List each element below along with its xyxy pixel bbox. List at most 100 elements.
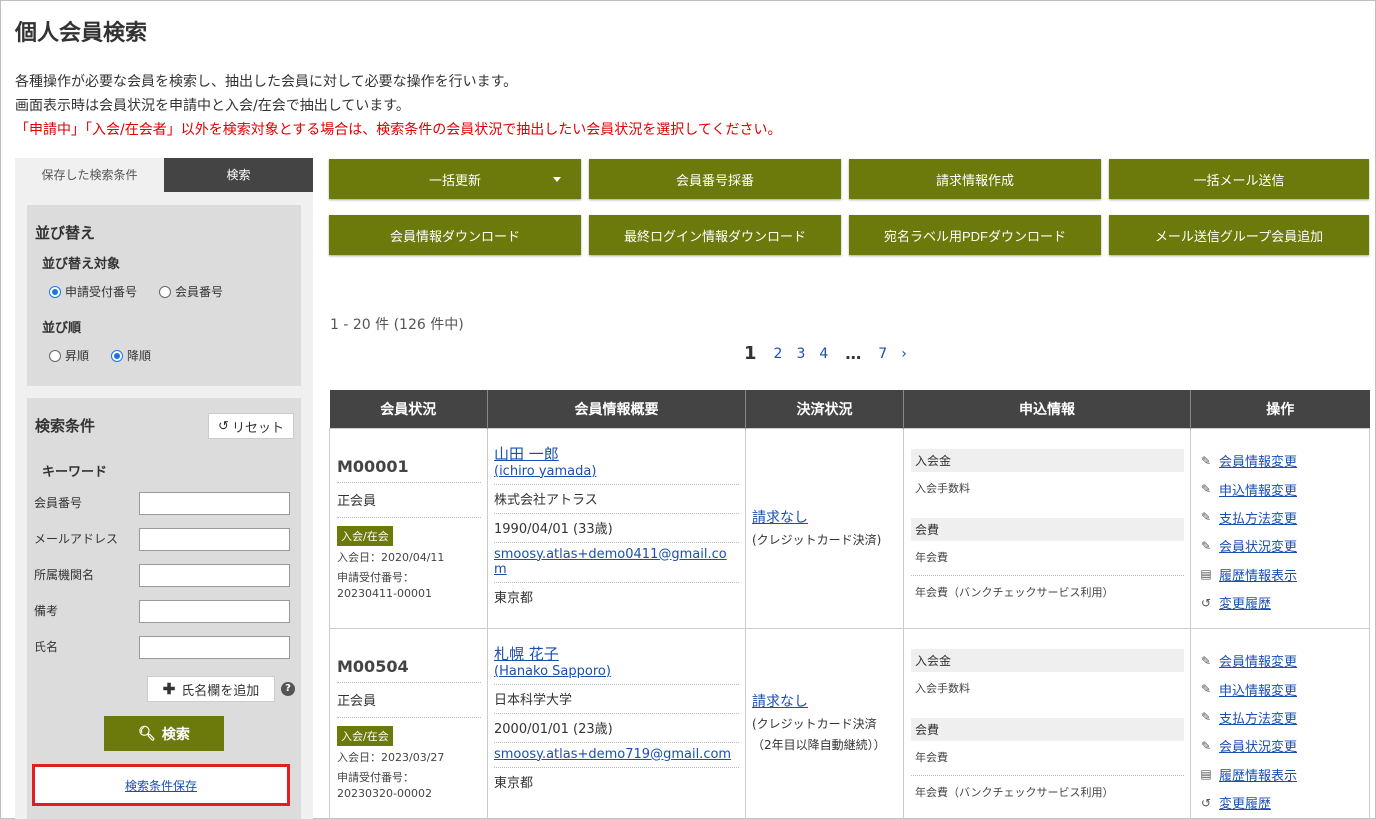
member-name-link[interactable]: 山田 一郎 bbox=[494, 445, 559, 463]
page-link[interactable]: 4 bbox=[812, 346, 835, 362]
radio-app-no-label[interactable]: 申請受付番号 bbox=[65, 283, 137, 300]
add-mail-group-button[interactable]: メール送信グループ会員追加 bbox=[1109, 215, 1369, 255]
sort-target-options: 申請受付番号 会員番号 bbox=[49, 283, 223, 300]
op-edit-status[interactable]: ✎ 会員状況変更 bbox=[1199, 532, 1363, 560]
op-label[interactable]: 申込情報変更 bbox=[1219, 480, 1297, 499]
create-billing-button[interactable]: 請求情報作成 bbox=[849, 159, 1101, 199]
email-block: smoosy.atlas+demo0411@gmail.com bbox=[494, 543, 739, 583]
pencil-icon: ✎ bbox=[1200, 710, 1212, 725]
page-link[interactable]: 3 bbox=[789, 346, 812, 362]
next-page-icon[interactable]: › bbox=[894, 346, 914, 362]
billing-link[interactable]: 請求なし bbox=[752, 507, 897, 527]
app-item: 年会費（バンクチェックサービス利用） bbox=[915, 785, 1114, 799]
name-block: 札幌 花子 (Hanako Sapporo) bbox=[494, 643, 739, 685]
sidebar: 保存した検索条件 検索 並び替え 並び替え対象 申請受付番号 会員番号 並び順 … bbox=[15, 158, 313, 819]
op-history-info[interactable]: ▤ 履歴情報表示 bbox=[1199, 760, 1363, 788]
remarks-input[interactable] bbox=[139, 600, 290, 623]
op-label[interactable]: 申込情報変更 bbox=[1219, 680, 1297, 699]
billing-note: (クレジットカード決済) bbox=[752, 532, 882, 547]
add-name-label: 氏名欄を追加 bbox=[181, 682, 260, 698]
conditions-title: 検索条件 bbox=[35, 417, 96, 435]
sort-panel: 並び替え 並び替え対象 申請受付番号 会員番号 並び順 昇順 降順 bbox=[27, 205, 301, 386]
save-condition-link[interactable]: 検索条件保存 bbox=[125, 777, 197, 794]
op-edit-payment[interactable]: ✎ 支払方法変更 bbox=[1199, 703, 1363, 731]
op-history-info[interactable]: ▤ 履歴情報表示 bbox=[1199, 560, 1363, 588]
status-badge: 入会/在会 bbox=[337, 725, 393, 746]
op-edit-payment[interactable]: ✎ 支払方法変更 bbox=[1199, 503, 1363, 531]
assign-member-no-button[interactable]: 会員番号採番 bbox=[589, 159, 841, 199]
download-label-pdf-button[interactable]: 宛名ラベル用PDFダウンロード bbox=[849, 215, 1101, 255]
billing-note: (クレジットカード決済 bbox=[752, 716, 877, 731]
radio-member-no[interactable] bbox=[159, 285, 172, 298]
op-change-history[interactable]: ↺ 変更履歴 bbox=[1199, 588, 1363, 616]
keyword-label: キーワード bbox=[42, 465, 108, 480]
email-label: メールアドレス bbox=[34, 532, 119, 546]
pencil-icon: ✎ bbox=[1200, 653, 1212, 668]
app-no-label: 申請受付番号： bbox=[337, 570, 414, 584]
reset-button[interactable]: ↺ リセット bbox=[208, 413, 294, 439]
member-no: M00001 bbox=[337, 457, 481, 483]
member-type: 正会員 bbox=[337, 683, 481, 718]
radio-app-no[interactable] bbox=[49, 285, 61, 298]
op-label[interactable]: 変更履歴 bbox=[1219, 593, 1271, 612]
name-input[interactable] bbox=[139, 636, 290, 659]
email-input[interactable] bbox=[139, 528, 290, 551]
org-input[interactable] bbox=[139, 564, 290, 587]
radio-asc[interactable] bbox=[49, 349, 61, 362]
op-label[interactable]: 会員情報変更 bbox=[1219, 451, 1297, 470]
member-type: 正会員 bbox=[337, 483, 481, 518]
op-edit-status[interactable]: ✎ 会員状況変更 bbox=[1199, 732, 1363, 760]
op-label[interactable]: 支払方法変更 bbox=[1219, 508, 1297, 527]
status-badge: 入会/在会 bbox=[337, 525, 393, 546]
search-button[interactable]: 🔍︎ 検索 bbox=[104, 716, 224, 751]
help-icon[interactable]: ? bbox=[281, 682, 295, 696]
pencil-icon: ✎ bbox=[1200, 738, 1212, 753]
tab-saved-conditions[interactable]: 保存した検索条件 bbox=[15, 158, 164, 192]
bulk-update-button[interactable]: 一括更新 bbox=[329, 159, 581, 199]
op-label[interactable]: 支払方法変更 bbox=[1219, 708, 1297, 727]
billing-link[interactable]: 請求なし bbox=[752, 691, 897, 711]
pencil-icon: ✎ bbox=[1200, 482, 1212, 497]
op-edit-application[interactable]: ✎ 申込情報変更 bbox=[1199, 675, 1363, 703]
radio-desc-label[interactable]: 降順 bbox=[127, 347, 151, 364]
member-no-input[interactable] bbox=[139, 492, 290, 515]
op-label[interactable]: 会員状況変更 bbox=[1219, 736, 1297, 755]
join-date: 入会日：2023/03/27 bbox=[337, 750, 445, 764]
op-edit-application[interactable]: ✎ 申込情報変更 bbox=[1199, 475, 1363, 503]
email-block: smoosy.atlas+demo719@gmail.com bbox=[494, 743, 739, 768]
sort-order-label: 並び順 bbox=[42, 321, 82, 336]
app-item: 入会手数料 bbox=[915, 481, 970, 495]
op-label[interactable]: 変更履歴 bbox=[1219, 793, 1271, 812]
email-link[interactable]: smoosy.atlas+demo719@gmail.com bbox=[494, 747, 731, 762]
op-edit-member[interactable]: ✎ 会員情報変更 bbox=[1199, 447, 1363, 475]
member-name-roman-link[interactable]: (ichiro yamada) bbox=[494, 464, 596, 479]
op-change-history[interactable]: ↺ 変更履歴 bbox=[1199, 788, 1363, 816]
bulk-mail-button[interactable]: 一括メール送信 bbox=[1109, 159, 1369, 199]
member-name-roman-link[interactable]: (Hanako Sapporo) bbox=[494, 664, 611, 679]
page-link[interactable]: 2 bbox=[767, 346, 790, 362]
add-name-field-button[interactable]: ✚ 氏名欄を追加 bbox=[147, 676, 275, 702]
search-conditions-panel: 検索条件 ↺ リセット キーワード 会員番号 メールアドレス 所属機関名 備考 … bbox=[27, 398, 301, 819]
app-item: 年会費 bbox=[911, 741, 1184, 776]
op-label[interactable]: 会員状況変更 bbox=[1219, 536, 1297, 555]
op-label[interactable]: 履歴情報表示 bbox=[1219, 565, 1297, 584]
col-status: 会員状況 bbox=[329, 390, 488, 428]
table-row: M00504 正会員 入会/在会 入会日：2023/03/27 申請受付番号： … bbox=[329, 627, 1370, 819]
page-link-last[interactable]: 7 bbox=[871, 346, 894, 362]
download-last-login-button[interactable]: 最終ログイン情報ダウンロード bbox=[589, 215, 841, 255]
op-label[interactable]: 会員情報変更 bbox=[1219, 651, 1297, 670]
name-block: 山田 一郎 (ichiro yamada) bbox=[494, 443, 739, 485]
remarks-label: 備考 bbox=[34, 604, 59, 618]
radio-desc[interactable] bbox=[111, 349, 124, 362]
member-name-link[interactable]: 札幌 花子 bbox=[494, 645, 559, 663]
tab-search[interactable]: 検索 bbox=[164, 158, 313, 192]
op-label[interactable]: 履歴情報表示 bbox=[1219, 765, 1297, 784]
op-edit-member[interactable]: ✎ 会員情報変更 bbox=[1199, 647, 1363, 675]
radio-member-no-label[interactable]: 会員番号 bbox=[175, 283, 223, 300]
col-summary: 会員情報概要 bbox=[487, 390, 746, 428]
app-item: 年会費（バンクチェックサービス利用） bbox=[915, 585, 1114, 599]
email-link[interactable]: smoosy.atlas+demo0411@gmail.com bbox=[494, 547, 727, 577]
download-member-info-button[interactable]: 会員情報ダウンロード bbox=[329, 215, 581, 255]
radio-asc-label[interactable]: 昇順 bbox=[65, 347, 89, 364]
sort-target-label: 並び替え対象 bbox=[42, 257, 121, 272]
